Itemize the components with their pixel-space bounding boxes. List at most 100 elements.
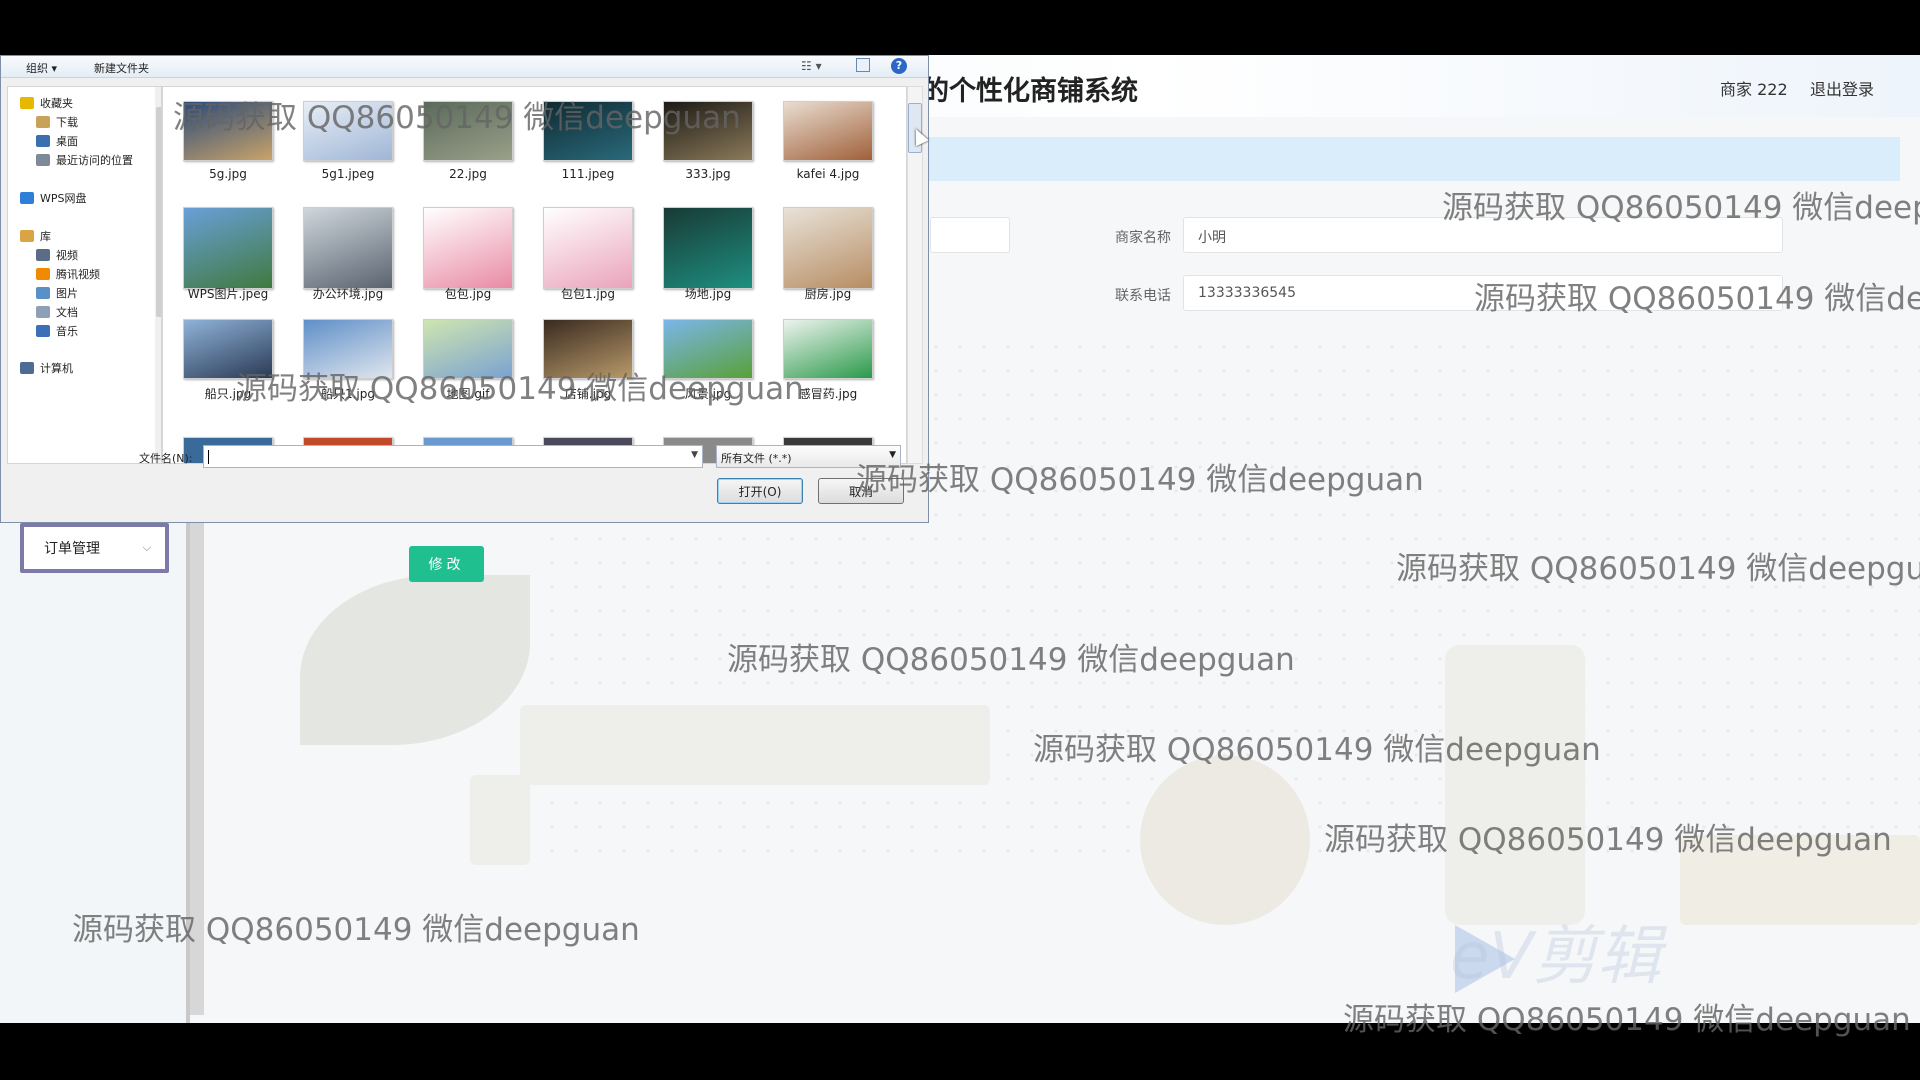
file-item[interactable]: 办公环境.jpg	[283, 207, 393, 309]
view-options-icon[interactable]: ☷ ▾	[801, 59, 822, 73]
sidebar-item-label: 订单管理	[44, 541, 100, 557]
file-name-label: 船只.jpg	[204, 387, 252, 401]
dropdown-arrow-icon[interactable]: ▼	[691, 450, 698, 460]
store-name-field[interactable]	[930, 217, 1010, 253]
music-icon	[36, 325, 50, 337]
nav-item-label: 库	[40, 230, 51, 243]
nav-item-label: 桌面	[56, 135, 78, 148]
download-folder-icon	[36, 116, 50, 128]
navigation-pane: 收藏夹下载桌面最近访问的位置 WPS网盘库视频腾讯视频图片文档音乐计算机	[7, 86, 162, 464]
file-item[interactable]: 包包1.jpg	[523, 207, 633, 309]
nav-item[interactable]: 收藏夹	[20, 95, 73, 111]
cloud-icon	[20, 192, 34, 204]
file-item[interactable]: 船只1.jpg	[283, 313, 393, 409]
nav-item-label: 音乐	[56, 325, 78, 338]
background-leaf-decoration	[300, 575, 530, 745]
watermark-brand: eV剪辑	[1450, 920, 1662, 994]
file-name-label: 店铺.jpg	[564, 387, 612, 401]
file-item[interactable]: 包包.jpg	[403, 207, 513, 309]
file-item[interactable]: 厨房.jpg	[763, 207, 873, 309]
filename-label: 文件名(N):	[139, 452, 193, 465]
file-item[interactable]: 5g1.jpeg	[283, 95, 393, 191]
dropdown-arrow-icon: ▼	[889, 450, 896, 460]
background-cylinder-decoration	[1445, 645, 1585, 925]
pictures-icon	[36, 287, 50, 299]
background-block-decoration	[1680, 835, 1920, 925]
preview-pane-icon[interactable]	[856, 58, 870, 72]
sidebar-item-orders[interactable]: 订单管理 ⌵	[20, 523, 169, 573]
current-user-label: 商家 222	[1720, 80, 1788, 99]
background-box-decoration	[470, 775, 530, 865]
image-thumbnail	[183, 319, 273, 379]
image-thumbnail	[423, 319, 513, 379]
nav-item-label: 腾讯视频	[56, 268, 100, 281]
screen: 的个性化商铺系统 商家 222 退出登录 订单管理 ⌵ 商家名称 小明 联系电话…	[0, 0, 1920, 1080]
file-item[interactable]: 地图.gif	[403, 313, 513, 409]
file-item[interactable]: 店铺.jpg	[523, 313, 633, 409]
file-item[interactable]: 5g.jpg	[163, 95, 273, 191]
file-item[interactable]: 场地.jpg	[643, 207, 753, 309]
nav-item[interactable]: WPS网盘	[20, 190, 87, 206]
file-name-label: 场地.jpg	[684, 287, 732, 301]
cancel-button[interactable]: 取消	[818, 478, 904, 504]
nav-item[interactable]: 下载	[36, 114, 78, 130]
nav-item[interactable]: 视频	[36, 247, 78, 263]
nav-item[interactable]: 腾讯视频	[36, 266, 100, 282]
file-grid: 5g.jpg 5g1.jpeg 22.jpg 111.jpeg 333.jpg kafei…	[162, 86, 907, 464]
nav-item[interactable]: 文档	[36, 304, 78, 320]
sidebar-scrollbar[interactable]	[190, 515, 204, 1015]
file-item[interactable]: 风景.jpg	[643, 313, 753, 409]
file-name-label: 风景.jpg	[684, 387, 732, 401]
nav-item[interactable]: 音乐	[36, 323, 78, 339]
image-thumbnail	[783, 101, 873, 161]
open-button[interactable]: 打开(O)	[717, 478, 803, 504]
nav-item[interactable]: 图片	[36, 285, 78, 301]
star-icon	[20, 97, 34, 109]
file-item[interactable]: 船只.jpg	[163, 313, 273, 409]
background-shelf-decoration	[520, 705, 990, 785]
nav-item-label: 图片	[56, 287, 78, 300]
background-ring-decoration	[1140, 755, 1310, 925]
organize-menu[interactable]: 组织 ▾	[26, 60, 57, 76]
file-item[interactable]: 感冒药.jpg	[763, 313, 873, 409]
nav-item-label: WPS网盘	[40, 192, 87, 205]
image-thumbnail	[303, 319, 393, 379]
chevron-down-icon: ⌵	[142, 541, 151, 554]
nav-item-label: 视频	[56, 249, 78, 262]
merchant-name-field[interactable]: 小明	[1183, 217, 1783, 253]
file-item[interactable]: 22.jpg	[403, 95, 513, 191]
logout-link[interactable]: 退出登录	[1810, 76, 1874, 100]
nav-item[interactable]: 计算机	[20, 360, 73, 376]
edit-button[interactable]: 修改	[409, 546, 484, 582]
file-name-label: WPS图片.jpeg	[187, 287, 269, 301]
video-icon	[36, 249, 50, 261]
nav-item[interactable]: 桌面	[36, 133, 78, 149]
text-caret	[208, 450, 209, 464]
file-name-label: 办公环境.jpg	[312, 287, 384, 301]
merchant-name-label: 商家名称	[1115, 230, 1171, 246]
file-item[interactable]: 333.jpg	[643, 95, 753, 191]
file-item[interactable]: 111.jpeg	[523, 95, 633, 191]
filename-input[interactable]: ▼	[203, 445, 703, 468]
nav-item-label: 下载	[56, 116, 78, 129]
image-thumbnail	[543, 207, 633, 289]
new-folder-button[interactable]: 新建文件夹	[94, 60, 149, 76]
file-name-label: 111.jpeg	[561, 167, 615, 181]
dialog-toolbar: 组织 ▾ 新建文件夹 ☷ ▾ ?	[1, 56, 928, 78]
file-name-label: 5g.jpg	[209, 167, 247, 181]
file-item[interactable]: kafei 4.jpg	[763, 95, 873, 191]
image-thumbnail	[543, 319, 633, 379]
image-thumbnail	[183, 101, 273, 161]
phone-label: 联系电话	[1115, 288, 1171, 304]
nav-item[interactable]: 最近访问的位置	[36, 152, 133, 168]
file-item[interactable]: WPS图片.jpeg	[163, 207, 273, 309]
desktop-icon	[36, 135, 50, 147]
help-icon[interactable]: ?	[891, 58, 907, 74]
nav-item[interactable]: 库	[20, 228, 51, 244]
file-name-label: 5g1.jpeg	[321, 167, 375, 181]
file-type-filter[interactable]: 所有文件 (*.*) ▼	[716, 445, 901, 468]
file-name-label: 333.jpg	[685, 167, 731, 181]
phone-field[interactable]: 13333336545	[1183, 275, 1783, 311]
nav-item-label: 最近访问的位置	[56, 154, 133, 167]
file-name-label: 地图.gif	[446, 387, 490, 401]
